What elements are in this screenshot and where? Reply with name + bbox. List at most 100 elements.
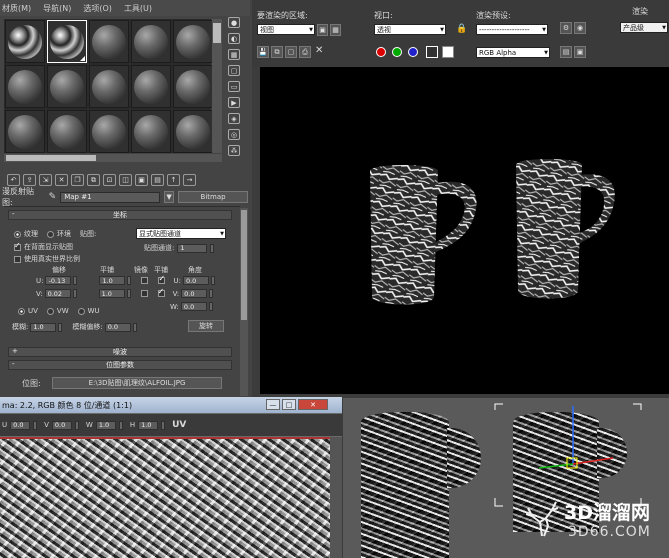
v-tiling-spinner[interactable]	[126, 289, 131, 298]
background-icon[interactable]: ▦	[228, 49, 240, 60]
render-button[interactable]: 渲染	[632, 6, 648, 17]
options-icon[interactable]: ◈	[228, 113, 240, 124]
blur-field[interactable]: 1.0	[30, 322, 57, 332]
select-by-material-icon[interactable]: ◎	[228, 129, 240, 140]
render-setup-icon[interactable]: ⚙	[560, 22, 572, 34]
sample-slot[interactable]	[5, 65, 45, 108]
menu-material[interactable]: 材质(M)	[2, 3, 31, 14]
eyedropper-icon[interactable]: ✎	[49, 192, 57, 202]
show-map-icon[interactable]: ▣	[135, 174, 148, 186]
navigator-icon[interactable]: ⁂	[228, 145, 240, 156]
green-channel-toggle[interactable]	[392, 47, 402, 57]
close-button[interactable]: ✕	[298, 399, 328, 410]
sample-slot[interactable]	[89, 20, 129, 63]
blur-offset-field[interactable]: 0.0	[104, 322, 131, 332]
maximize-button[interactable]: □	[282, 399, 296, 410]
map-channel-field[interactable]: 1	[177, 243, 208, 253]
sample-slot[interactable]	[5, 20, 45, 63]
sample-slot[interactable]	[47, 65, 87, 108]
product-level-dropdown[interactable]: 产品级	[620, 22, 668, 33]
editor-scrollbar[interactable]	[240, 208, 248, 396]
u-tiling-field[interactable]: 1.0	[99, 276, 126, 285]
w-spinner[interactable]	[118, 420, 123, 430]
w-angle-spinner[interactable]	[208, 302, 213, 311]
noise-rollout-header[interactable]: + 噪波	[8, 347, 232, 357]
menu-navigation[interactable]: 导航(N)	[43, 3, 71, 14]
channel-dropdown[interactable]: RGB Alpha	[476, 47, 550, 58]
blur-spinner[interactable]	[58, 322, 63, 332]
map-dropdown-button[interactable]: ▼	[164, 191, 175, 203]
preset-dropdown[interactable]: --------------------	[476, 24, 548, 35]
bitmap-rollout-header[interactable]: - 位图参数	[8, 360, 232, 370]
blur-offset-spinner[interactable]	[132, 322, 137, 332]
u-field[interactable]: 0.0	[10, 420, 31, 430]
environ-radio[interactable]	[47, 230, 54, 238]
map-type-button[interactable]: Bitmap	[178, 191, 248, 203]
viewer-scrollbar[interactable]	[330, 437, 342, 558]
copy-image-icon[interactable]: ⧉	[271, 46, 283, 58]
uv-radio[interactable]	[18, 307, 25, 315]
sample-type-icon[interactable]: ●	[228, 17, 240, 28]
sample-slot[interactable]	[89, 65, 129, 108]
u-offset-field[interactable]: -0.13	[45, 276, 72, 285]
v-field[interactable]: 0.0	[51, 420, 72, 430]
minimize-button[interactable]: —	[266, 399, 280, 410]
make-unique-icon[interactable]: ⧉	[87, 174, 100, 186]
texture-radio[interactable]	[14, 230, 21, 238]
menu-tools[interactable]: 工具(U)	[124, 3, 152, 14]
sample-slot[interactable]	[89, 110, 129, 153]
u-angle-spinner[interactable]	[210, 276, 215, 285]
reset-map-icon[interactable]: ✕	[55, 174, 68, 186]
render-viewport[interactable]	[260, 67, 669, 394]
area-dropdown[interactable]: 视图	[257, 24, 315, 35]
sample-slot-selected[interactable]	[47, 20, 87, 63]
backlight-icon[interactable]: ◐	[228, 33, 240, 44]
video-check-icon[interactable]: ▭	[228, 81, 240, 92]
w-field[interactable]: 1.0	[95, 420, 116, 430]
v-tile-checkbox[interactable]	[157, 287, 165, 297]
v-mirror-checkbox[interactable]	[140, 290, 148, 297]
bitmap-path-button[interactable]: E:\3D贴图\肌理纹\ALFOIL.JPG	[52, 377, 222, 389]
save-image-icon[interactable]: 💾	[257, 46, 269, 58]
slots-scrollbar[interactable]	[212, 19, 222, 153]
area-options-icon[interactable]: ▣	[317, 24, 328, 36]
sample-slot[interactable]	[173, 110, 213, 153]
lock-icon[interactable]: 🔒	[456, 24, 467, 34]
red-channel-toggle[interactable]	[376, 47, 386, 57]
h-field[interactable]: 1.0	[138, 420, 159, 430]
assign-material-icon[interactable]: ⇲	[39, 174, 52, 186]
u-tiling-spinner[interactable]	[127, 276, 132, 285]
put-to-scene-icon[interactable]: ⇪	[23, 174, 36, 186]
wu-radio[interactable]	[77, 307, 85, 315]
get-material-icon[interactable]: ↶	[7, 174, 20, 186]
scroll-thumb[interactable]	[213, 23, 221, 43]
environment-icon[interactable]: ◉	[574, 22, 586, 34]
blue-channel-toggle[interactable]	[408, 47, 418, 57]
make-preview-icon[interactable]: ▶	[228, 97, 240, 108]
mapping-dropdown[interactable]: 显式贴图通道	[136, 228, 226, 239]
coordinates-rollout-header[interactable]: - 坐标	[8, 210, 232, 220]
display-toggle-icon[interactable]: ▤	[560, 46, 572, 58]
w-angle-field[interactable]: 0.0	[180, 302, 207, 311]
real-world-checkbox[interactable]	[14, 255, 21, 263]
map-channel-spinner[interactable]	[210, 243, 215, 253]
h-spinner[interactable]	[161, 420, 166, 430]
sample-slot[interactable]	[173, 65, 213, 108]
copy-material-icon[interactable]: ❐	[71, 174, 84, 186]
clone-window-icon[interactable]: ▢	[285, 46, 297, 58]
u-mirror-checkbox[interactable]	[141, 277, 149, 284]
clear-icon[interactable]: ✕	[315, 45, 323, 56]
slots-hscroll[interactable]	[4, 154, 222, 162]
alpha-channel-toggle[interactable]	[426, 46, 438, 58]
sample-slot[interactable]	[173, 20, 213, 63]
panel-toggle-icon[interactable]: ▣	[574, 46, 586, 58]
u-tile-checkbox[interactable]	[158, 274, 166, 284]
menu-options[interactable]: 选项(O)	[83, 3, 112, 14]
v-angle-spinner[interactable]	[209, 289, 214, 298]
sample-slot[interactable]	[5, 110, 45, 153]
effects-channel-icon[interactable]: ◫	[119, 174, 132, 186]
sample-slot[interactable]	[131, 20, 171, 63]
go-forward-sibling-icon[interactable]: →	[183, 174, 196, 186]
map-name-field[interactable]: Map #1	[60, 191, 161, 203]
v-tiling-field[interactable]: 1.0	[98, 289, 125, 298]
